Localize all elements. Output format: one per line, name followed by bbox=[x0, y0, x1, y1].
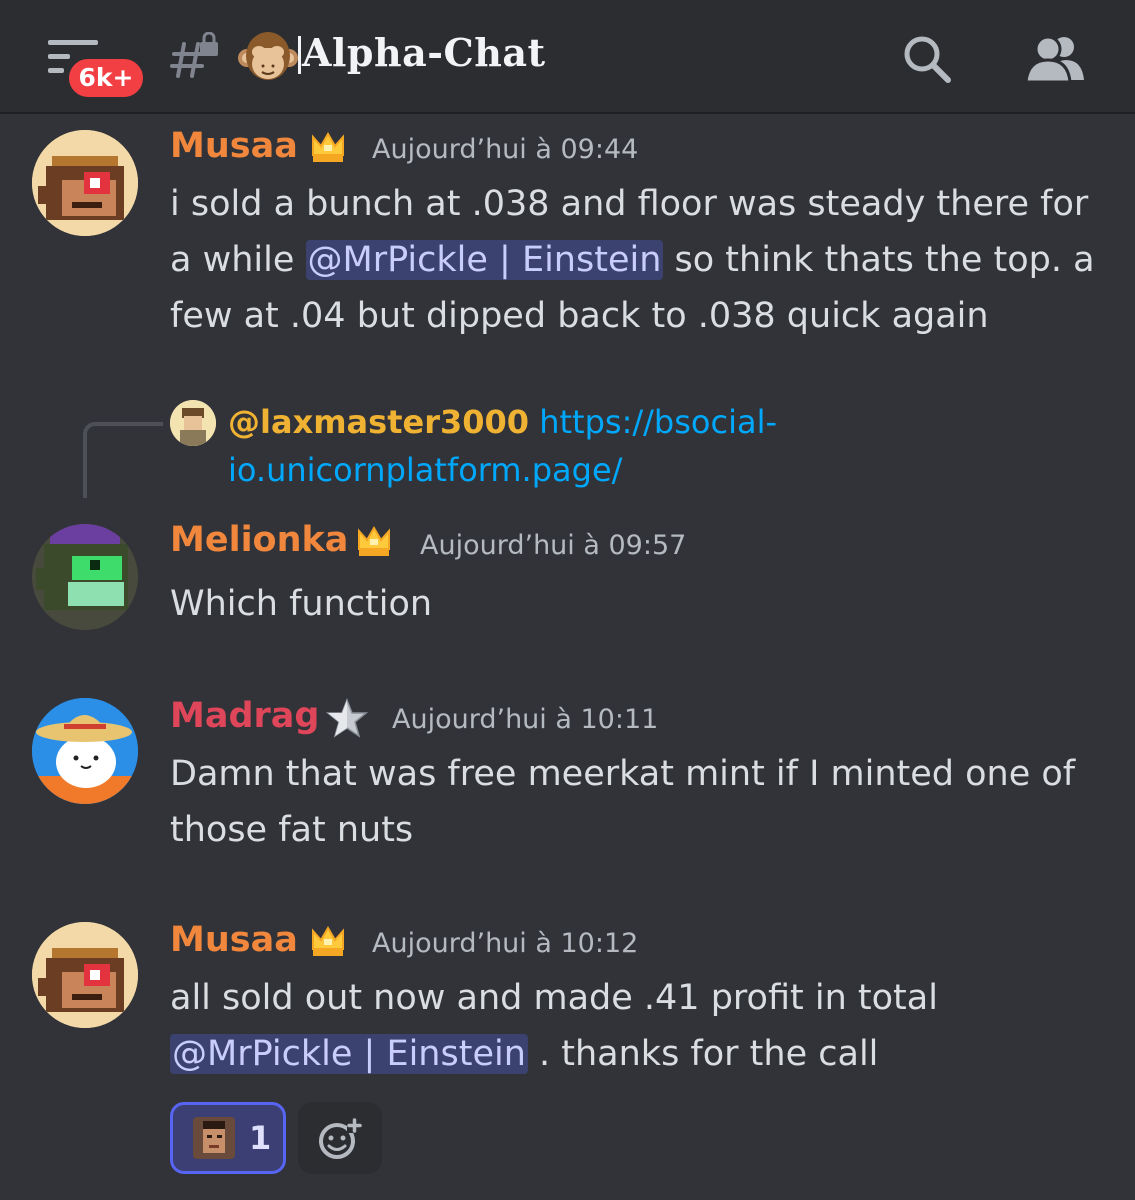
reply-avatar[interactable] bbox=[170, 400, 216, 446]
avatar[interactable] bbox=[32, 922, 138, 1028]
reaction-count: 1 bbox=[249, 1119, 272, 1157]
reply-preview[interactable]: @laxmaster3000 https://bsocial-io.unicor… bbox=[228, 398, 1108, 494]
user-mention[interactable]: @MrPickle | Einstein bbox=[305, 240, 664, 280]
reply-connector bbox=[83, 422, 163, 498]
timestamp: Aujourd’hui à 09:57 bbox=[420, 530, 687, 561]
custom-emoji-icon bbox=[193, 1117, 235, 1159]
crown-icon bbox=[312, 926, 344, 956]
username[interactable]: Madrag bbox=[170, 696, 319, 736]
username[interactable]: Musaa bbox=[170, 920, 298, 960]
message[interactable]: Musaa Aujourd’hui à 09:44 i sold a bunch… bbox=[0, 0, 1135, 360]
avatar[interactable] bbox=[32, 130, 138, 236]
message-content: i sold a bunch at .038 and floor was ste… bbox=[170, 176, 1115, 344]
add-reaction-button[interactable] bbox=[298, 1102, 382, 1174]
crown-icon bbox=[358, 526, 390, 556]
reply-username[interactable]: @laxmaster3000 bbox=[228, 403, 529, 441]
username[interactable]: Musaa bbox=[170, 126, 298, 166]
avatar[interactable] bbox=[32, 698, 138, 804]
message-text: Damn that was free meerkat mint if I min… bbox=[170, 754, 1076, 850]
add-reaction-icon bbox=[319, 1118, 362, 1159]
user-mention[interactable]: @MrPickle | Einstein bbox=[170, 1034, 528, 1074]
username[interactable]: Melionka bbox=[170, 520, 348, 560]
timestamp: Aujourd’hui à 09:44 bbox=[372, 134, 639, 165]
message[interactable]: Melionka Aujourd’hui à 09:57 Which funct… bbox=[0, 500, 1135, 650]
message-text: all sold out now and made .41 profit in … bbox=[170, 978, 938, 1018]
message-text: Which function bbox=[170, 584, 433, 624]
timestamp: Aujourd’hui à 10:12 bbox=[372, 928, 639, 959]
timestamp: Aujourd’hui à 10:11 bbox=[392, 704, 659, 735]
message[interactable]: Madrag Aujourd’hui à 10:11 Damn that was… bbox=[0, 690, 1135, 870]
message-text: . thanks for the call bbox=[527, 1034, 879, 1074]
reaction-pill[interactable]: 1 bbox=[170, 1102, 286, 1174]
crown-icon bbox=[312, 132, 344, 162]
avatar[interactable] bbox=[32, 524, 138, 630]
message-content: all sold out now and made .41 profit in … bbox=[170, 970, 1115, 1082]
star-icon bbox=[326, 698, 368, 738]
